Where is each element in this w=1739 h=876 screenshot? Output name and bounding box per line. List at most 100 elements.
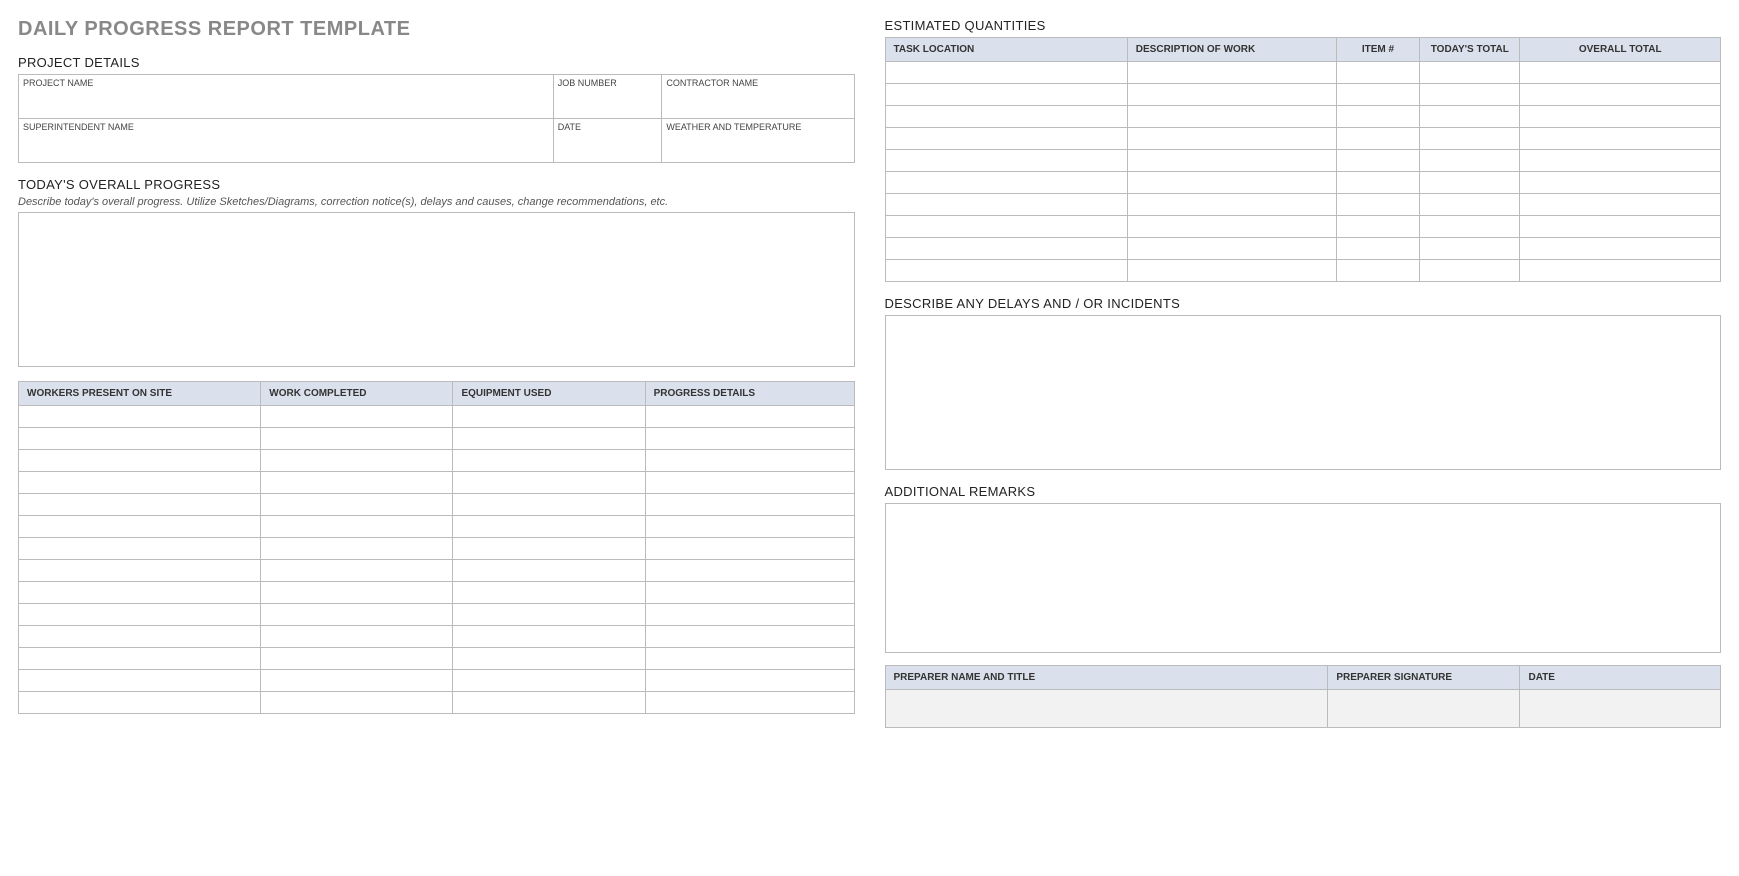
table-cell[interactable] xyxy=(1127,194,1336,216)
table-cell[interactable] xyxy=(1127,260,1336,282)
table-cell[interactable] xyxy=(19,670,261,692)
table-cell[interactable] xyxy=(1127,62,1336,84)
table-cell[interactable] xyxy=(885,216,1127,238)
table-cell[interactable] xyxy=(453,494,645,516)
overall-progress-input[interactable] xyxy=(18,212,855,367)
table-cell[interactable] xyxy=(19,516,261,538)
table-cell[interactable] xyxy=(1127,216,1336,238)
table-cell[interactable] xyxy=(885,128,1127,150)
input-contractor-name[interactable] xyxy=(662,89,854,119)
table-cell[interactable] xyxy=(1520,238,1721,260)
table-cell[interactable] xyxy=(885,106,1127,128)
table-cell[interactable] xyxy=(453,648,645,670)
table-cell[interactable] xyxy=(1520,128,1721,150)
table-cell[interactable] xyxy=(1520,260,1721,282)
table-cell[interactable] xyxy=(885,172,1127,194)
table-cell[interactable] xyxy=(645,538,854,560)
table-cell[interactable] xyxy=(453,428,645,450)
table-cell[interactable] xyxy=(19,626,261,648)
table-cell[interactable] xyxy=(19,428,261,450)
table-cell[interactable] xyxy=(1336,216,1420,238)
table-cell[interactable] xyxy=(1336,150,1420,172)
table-cell[interactable] xyxy=(645,626,854,648)
table-cell[interactable] xyxy=(1520,194,1721,216)
signoff-signature-input[interactable] xyxy=(1328,690,1520,728)
table-cell[interactable] xyxy=(1127,84,1336,106)
table-cell[interactable] xyxy=(645,692,854,714)
table-cell[interactable] xyxy=(261,450,453,472)
table-cell[interactable] xyxy=(1420,216,1520,238)
table-cell[interactable] xyxy=(1127,128,1336,150)
table-cell[interactable] xyxy=(1336,238,1420,260)
table-cell[interactable] xyxy=(19,406,261,428)
signoff-date-input[interactable] xyxy=(1520,690,1721,728)
delays-input[interactable] xyxy=(885,315,1722,470)
table-cell[interactable] xyxy=(19,538,261,560)
input-weather[interactable] xyxy=(662,133,854,163)
table-cell[interactable] xyxy=(885,150,1127,172)
table-cell[interactable] xyxy=(453,450,645,472)
table-cell[interactable] xyxy=(261,670,453,692)
table-cell[interactable] xyxy=(1520,106,1721,128)
table-cell[interactable] xyxy=(261,428,453,450)
table-cell[interactable] xyxy=(885,194,1127,216)
table-cell[interactable] xyxy=(261,472,453,494)
table-cell[interactable] xyxy=(1420,260,1520,282)
table-cell[interactable] xyxy=(1420,106,1520,128)
table-cell[interactable] xyxy=(645,604,854,626)
table-cell[interactable] xyxy=(645,560,854,582)
table-cell[interactable] xyxy=(645,450,854,472)
table-cell[interactable] xyxy=(645,516,854,538)
table-cell[interactable] xyxy=(1420,238,1520,260)
table-cell[interactable] xyxy=(1336,172,1420,194)
table-cell[interactable] xyxy=(19,648,261,670)
table-cell[interactable] xyxy=(261,648,453,670)
signoff-name-input[interactable] xyxy=(885,690,1328,728)
table-cell[interactable] xyxy=(1336,260,1420,282)
table-cell[interactable] xyxy=(1520,62,1721,84)
table-cell[interactable] xyxy=(1336,194,1420,216)
table-cell[interactable] xyxy=(1336,84,1420,106)
table-cell[interactable] xyxy=(645,472,854,494)
input-superintendent-name[interactable] xyxy=(19,133,554,163)
table-cell[interactable] xyxy=(1420,62,1520,84)
table-cell[interactable] xyxy=(261,516,453,538)
table-cell[interactable] xyxy=(1336,128,1420,150)
table-cell[interactable] xyxy=(645,582,854,604)
table-cell[interactable] xyxy=(453,472,645,494)
table-cell[interactable] xyxy=(19,472,261,494)
table-cell[interactable] xyxy=(1420,172,1520,194)
table-cell[interactable] xyxy=(261,494,453,516)
table-cell[interactable] xyxy=(453,560,645,582)
table-cell[interactable] xyxy=(645,406,854,428)
table-cell[interactable] xyxy=(19,692,261,714)
table-cell[interactable] xyxy=(261,626,453,648)
table-cell[interactable] xyxy=(645,648,854,670)
table-cell[interactable] xyxy=(261,538,453,560)
table-cell[interactable] xyxy=(453,604,645,626)
table-cell[interactable] xyxy=(453,626,645,648)
input-date[interactable] xyxy=(553,133,662,163)
table-cell[interactable] xyxy=(19,494,261,516)
table-cell[interactable] xyxy=(645,670,854,692)
table-cell[interactable] xyxy=(1127,238,1336,260)
table-cell[interactable] xyxy=(1520,216,1721,238)
table-cell[interactable] xyxy=(1420,150,1520,172)
table-cell[interactable] xyxy=(1420,128,1520,150)
table-cell[interactable] xyxy=(1127,150,1336,172)
table-cell[interactable] xyxy=(1520,172,1721,194)
table-cell[interactable] xyxy=(19,604,261,626)
table-cell[interactable] xyxy=(645,494,854,516)
table-cell[interactable] xyxy=(1127,106,1336,128)
table-cell[interactable] xyxy=(261,604,453,626)
table-cell[interactable] xyxy=(885,62,1127,84)
table-cell[interactable] xyxy=(1127,172,1336,194)
remarks-input[interactable] xyxy=(885,503,1722,653)
table-cell[interactable] xyxy=(453,692,645,714)
table-cell[interactable] xyxy=(19,560,261,582)
table-cell[interactable] xyxy=(261,406,453,428)
table-cell[interactable] xyxy=(1420,84,1520,106)
table-cell[interactable] xyxy=(261,560,453,582)
table-cell[interactable] xyxy=(885,238,1127,260)
table-cell[interactable] xyxy=(453,582,645,604)
